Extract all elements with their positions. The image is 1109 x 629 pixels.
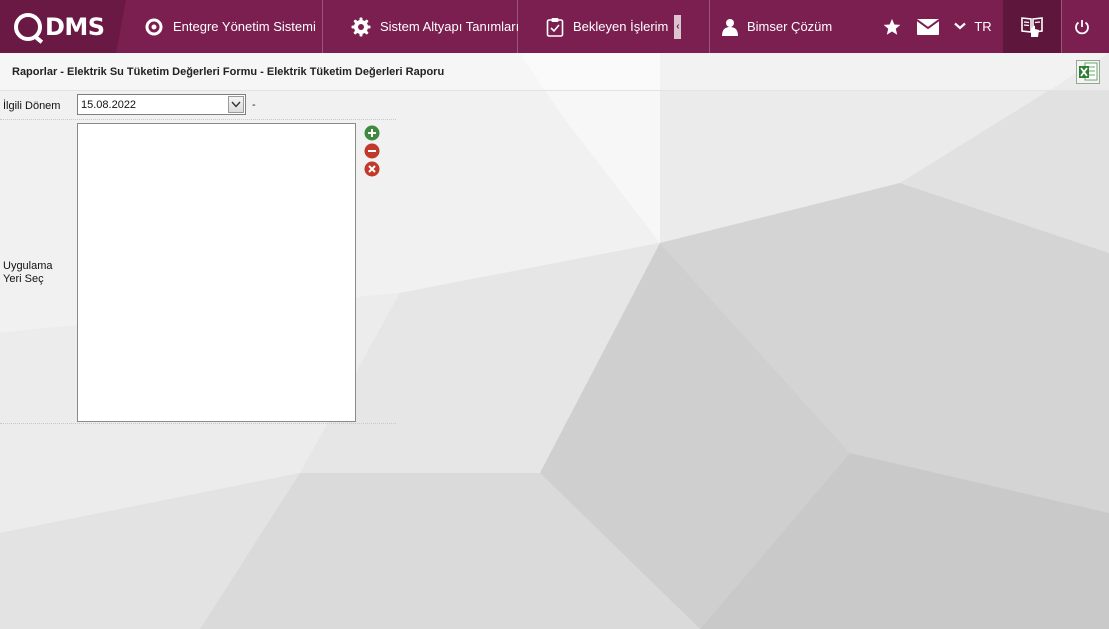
mail-icon [917,18,939,35]
plus-circle-icon [364,125,380,141]
chevron-down-icon[interactable] [228,96,244,113]
help-manual-button[interactable] [1003,0,1061,53]
nav-scroll-handle[interactable]: ‹ [674,14,682,39]
page-title: Raporlar - Elektrik Su Tüketim Değerleri… [12,66,445,78]
form-row-period: İlgili Dönem 15.08.2022 - [0,91,396,120]
logo-text: DMS [45,12,105,41]
user-icon [722,18,738,36]
language-code: TR [974,19,992,34]
period-label: İlgili Dönem [3,100,61,112]
qdms-logo[interactable]: DMS [0,0,126,53]
period-separator: - [252,99,256,111]
power-icon [1074,19,1089,34]
header-actions: TR [875,0,1101,53]
gear-icon [351,17,371,37]
logout-button[interactable] [1061,0,1101,53]
logo-q-icon [14,12,42,41]
qdms-circle-icon [144,17,164,37]
top-navigation-bar: DMS Entegre Yönetim Sistemi Sistem Altya… [0,0,1109,53]
messages-button[interactable] [909,0,947,53]
remove-location-button[interactable] [364,143,380,159]
nav-integrated-management-system[interactable]: Entegre Yönetim Sistemi [116,0,323,53]
close-circle-icon [364,161,380,177]
minus-circle-icon [364,143,380,159]
nav-item-label: Bekleyen İşlerim [573,19,669,34]
language-selector[interactable]: TR [947,0,999,53]
star-icon [883,18,901,35]
nav-system-infrastructure-definitions[interactable]: Sistem Altyapı Tanımları [323,0,520,53]
user-menu[interactable]: Bimser Çözüm [710,0,875,53]
user-name: Bimser Çözüm [747,19,833,34]
page-title-bar: Raporlar - Elektrik Su Tüketim Değerleri… [0,53,1109,91]
nav-item-label: Sistem Altyapı Tanımları [380,19,520,34]
chevron-down-icon [954,21,967,33]
add-location-button[interactable] [364,125,380,141]
location-listbox[interactable] [77,123,356,422]
clear-locations-button[interactable] [364,161,380,177]
period-select[interactable]: 15.08.2022 [77,94,246,115]
nav-item-label: Entegre Yönetim Sistemi [173,19,316,34]
form-row-location: Uygulama Yeri Seç [0,120,396,424]
book-hand-icon [1021,16,1043,37]
clipboard-check-icon [546,17,564,37]
excel-icon [1076,60,1100,84]
nav-pending-tasks[interactable]: Bekleyen İşlerim ‹ [518,0,710,53]
favorites-button[interactable] [875,0,909,53]
period-select-value: 15.08.2022 [81,99,137,111]
content-area: Raporlar - Elektrik Su Tüketim Değerleri… [0,53,1109,629]
location-label: Uygulama Yeri Seç [3,260,53,285]
export-excel-button[interactable] [1076,60,1100,84]
